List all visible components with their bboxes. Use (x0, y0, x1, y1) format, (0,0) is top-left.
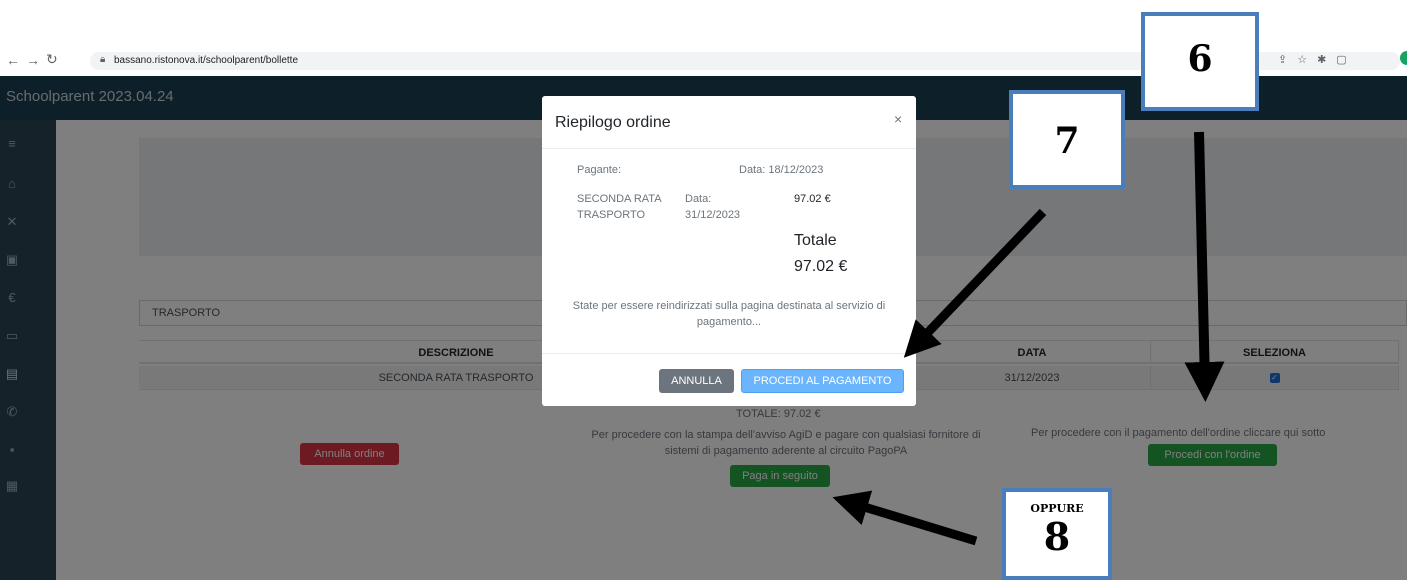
redirect-message: State per essere reindirizzati sulla pag… (572, 300, 886, 328)
profile-avatar[interactable] (1400, 51, 1407, 65)
item-amount: 97.02 € (794, 193, 831, 205)
order-summary-modal: Riepilogo ordine × Pagante: Data: 18/12/… (542, 96, 916, 406)
order-date: Data: 18/12/2023 (739, 164, 824, 176)
back-icon[interactable]: ← (6, 52, 20, 68)
toolbar-extension-icons[interactable]: ⇪☆✱▢ (1278, 53, 1357, 66)
modal-footer-divider (542, 353, 916, 354)
item-date-label: Data: (685, 193, 712, 205)
item-name-line1: SECONDA RATA (577, 193, 662, 205)
url-text: bassano.ristonova.it/schoolparent/bollet… (114, 55, 299, 66)
payer-label: Pagante: (577, 164, 622, 176)
modal-title: Riepilogo ordine (555, 114, 671, 131)
screenshot-root: ← → ↻ 🔒︎ bassano.ristonova.it/schoolpare… (0, 0, 1407, 580)
item-date: 31/12/2023 (685, 209, 741, 221)
item-name-line2: TRASPORTO (577, 209, 646, 221)
forward-icon[interactable]: → (26, 52, 40, 68)
close-icon[interactable]: × (894, 111, 902, 127)
step-6-label: 6 (1141, 12, 1259, 111)
lock-icon: 🔒︎ (100, 54, 106, 65)
step-8-label: 8 (1043, 514, 1071, 559)
step-7-label: 7 (1009, 90, 1125, 189)
proceed-payment-button[interactable]: PROCEDI AL PAGAMENTO (741, 369, 904, 393)
total-value: 97.02 € (794, 258, 848, 275)
modal-divider (542, 148, 916, 149)
total-label: Totale (794, 232, 837, 249)
reload-icon[interactable]: ↻ (46, 51, 58, 68)
cancel-button[interactable]: ANNULLA (659, 369, 734, 393)
step-8-box: OPPURE 8 (1002, 488, 1112, 580)
